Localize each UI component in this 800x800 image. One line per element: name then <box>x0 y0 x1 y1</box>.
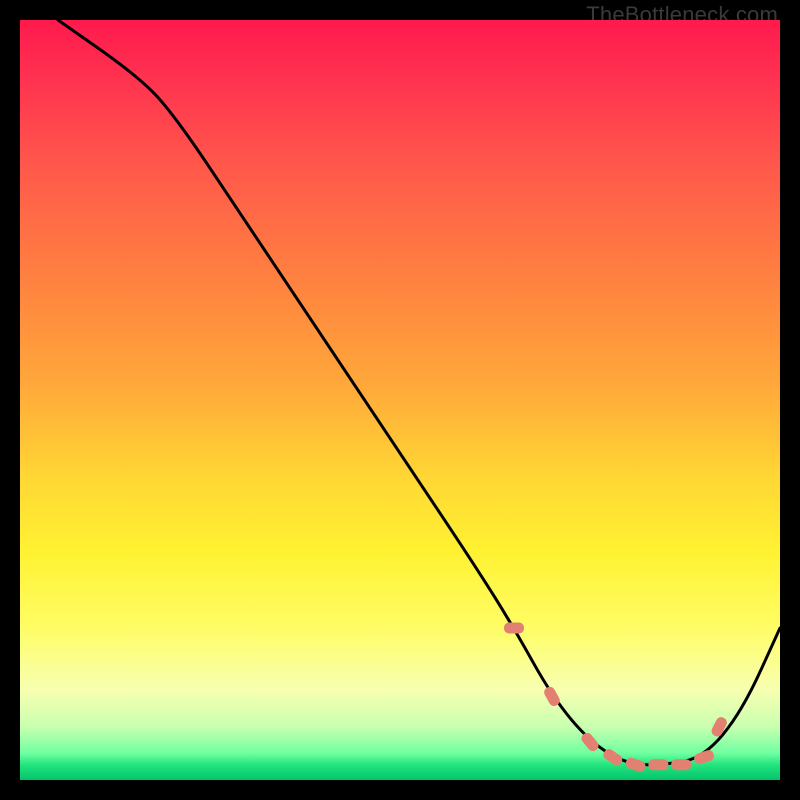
highlight-marker <box>648 759 668 770</box>
highlight-markers <box>504 623 729 774</box>
highlight-marker <box>710 715 729 738</box>
chart-svg <box>20 20 780 780</box>
highlight-marker <box>624 756 646 773</box>
chart-plot-area <box>20 20 780 780</box>
highlight-marker <box>671 759 691 770</box>
highlight-marker <box>504 623 524 634</box>
highlight-marker <box>579 731 600 753</box>
bottleneck-curve-line <box>58 20 780 765</box>
